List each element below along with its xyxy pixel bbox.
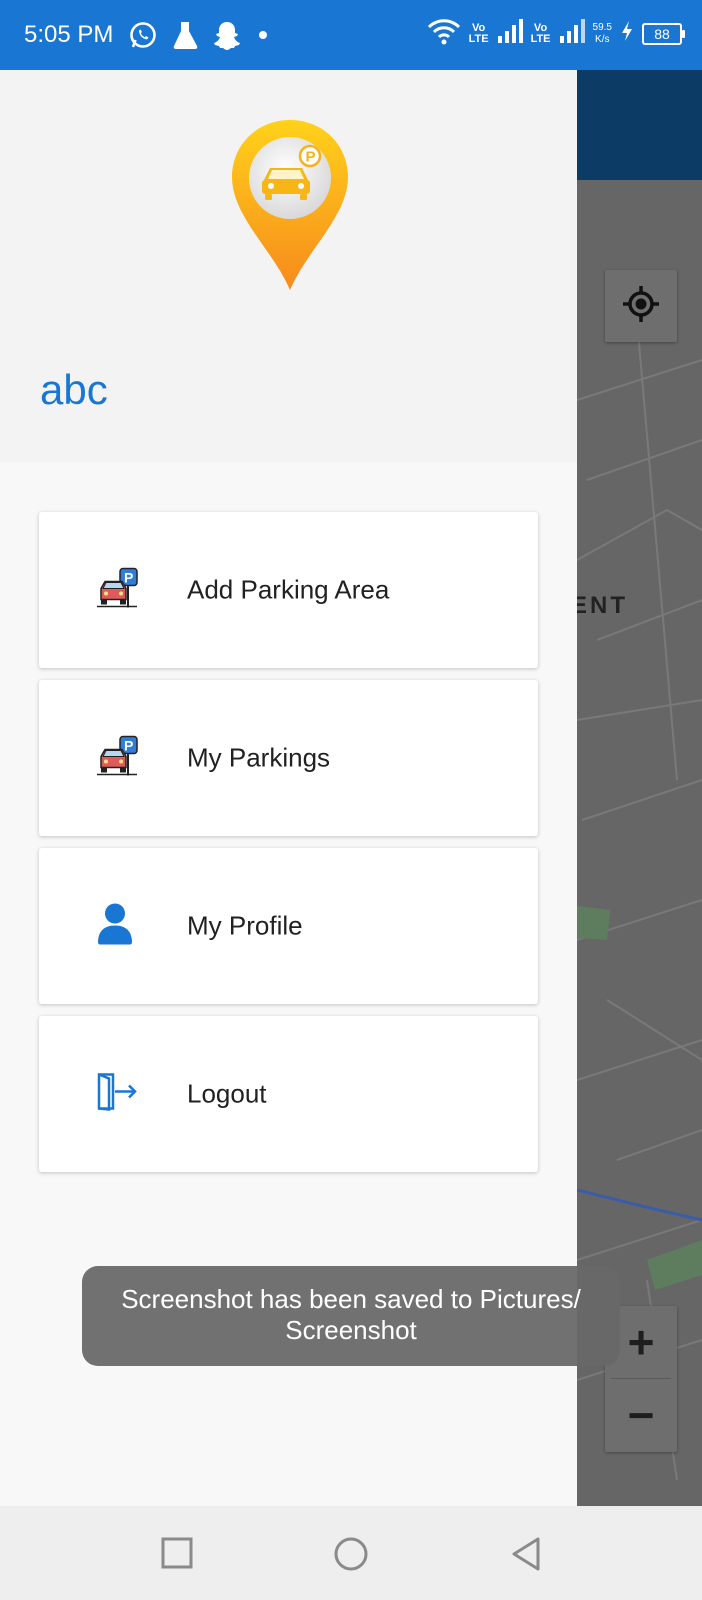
net-speed-value: 59.5: [592, 21, 612, 33]
app-bar: [577, 70, 702, 180]
home-icon[interactable]: [333, 1536, 369, 1577]
drawer-header: P abc: [0, 70, 577, 462]
volte-indicator-2: Vo LTE: [530, 21, 551, 45]
drawer-username: abc: [40, 366, 108, 413]
parking-car-icon: P: [95, 735, 139, 782]
battery-indicator: 88: [642, 22, 685, 45]
app-logo: P: [228, 118, 352, 299]
snapchat-icon: [212, 20, 242, 55]
svg-text:P: P: [306, 149, 316, 166]
signal-icon-2: [559, 18, 585, 49]
crosshair-icon: [619, 282, 663, 331]
menu-label: My Parkings: [187, 742, 331, 773]
parking-car-icon: P: [95, 567, 139, 614]
signal-icon-1: [497, 18, 523, 49]
menu-label: Logout: [187, 1078, 267, 1109]
menu-my-parkings[interactable]: P My Parkings: [39, 680, 538, 836]
map-place-label: ENT: [577, 592, 628, 619]
whatsapp-icon: [128, 20, 158, 55]
screenshot-toast: Screenshot has been saved to Pictures/ S…: [82, 1266, 620, 1366]
volte-indicator-1: Vo LTE: [468, 21, 489, 45]
menu-logout[interactable]: Logout: [39, 1016, 538, 1172]
net-speed-unit: K/s: [595, 33, 610, 45]
status-bar: 5:05 PM Vo LTE Vo LTE 59.5 K/s 88: [0, 0, 702, 70]
charging-icon: [620, 20, 634, 47]
menu-add-parking-area[interactable]: P Add Parking Area: [39, 512, 538, 668]
menu-my-profile[interactable]: My Profile: [39, 848, 538, 1004]
menu-label: Add Parking Area: [187, 574, 390, 605]
svg-text:P: P: [124, 738, 133, 754]
back-icon[interactable]: [510, 1536, 542, 1577]
menu-label: My Profile: [187, 910, 303, 941]
user-icon: [95, 903, 135, 950]
dot-icon: [256, 20, 270, 55]
flask-icon: [172, 20, 198, 55]
wifi-icon: [427, 16, 461, 51]
zoom-out-button[interactable]: −: [605, 1379, 677, 1451]
net-speed: 59.5 K/s: [593, 22, 612, 46]
logout-icon: [95, 1072, 139, 1117]
svg-text:P: P: [124, 570, 133, 586]
status-time: 5:05 PM: [24, 21, 114, 48]
my-location-button[interactable]: [605, 270, 677, 342]
recents-icon[interactable]: [160, 1536, 194, 1575]
system-navigation-bar: [0, 1506, 702, 1600]
toast-message: Screenshot has been saved to Pictures/ S…: [121, 1284, 581, 1345]
